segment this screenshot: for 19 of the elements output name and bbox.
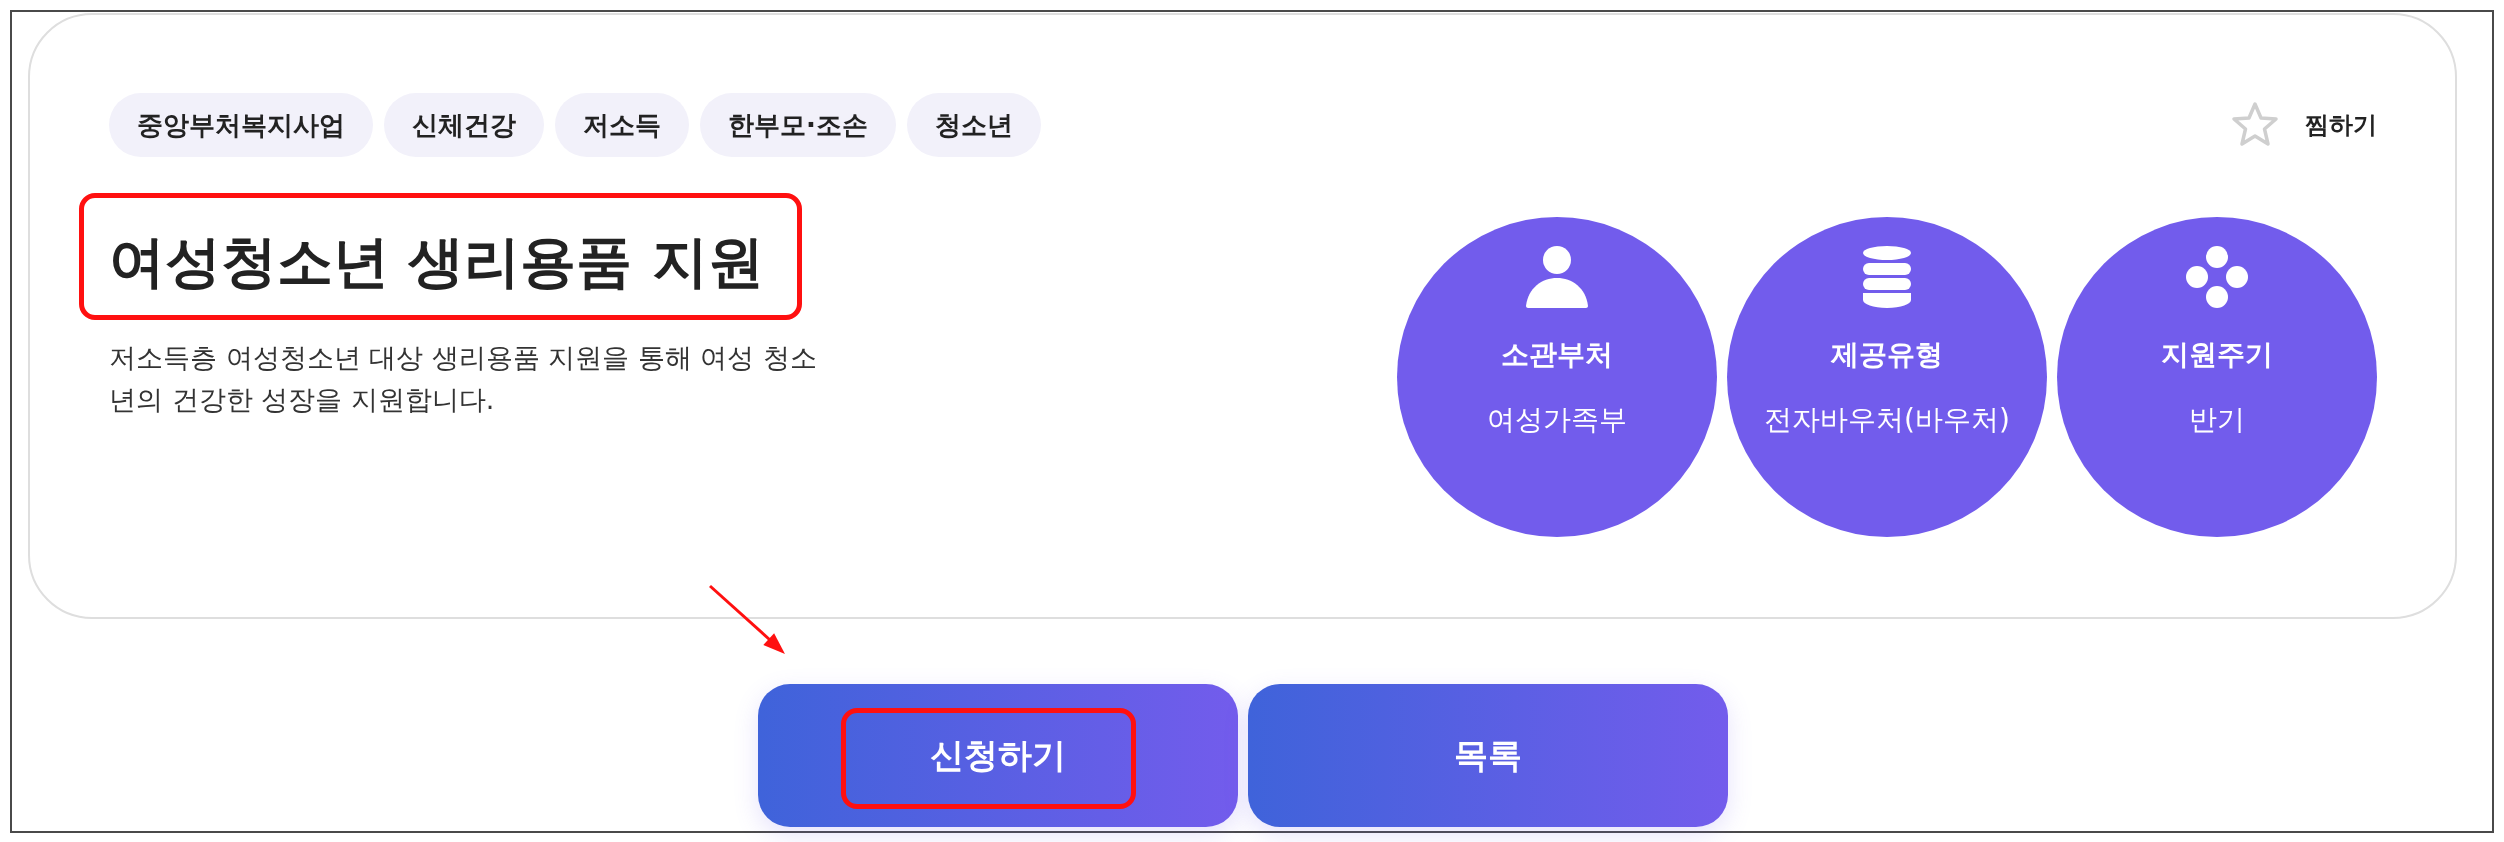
person-icon	[1524, 246, 1590, 308]
favorite-button[interactable]: 찜하기	[2231, 101, 2377, 149]
action-button[interactable]: 신청하기	[757, 684, 1238, 827]
info-value: 전자바우처(바우처)	[1764, 402, 2010, 438]
info-value: 반기	[2189, 402, 2245, 438]
info-value: 여성가족부	[1487, 402, 1627, 438]
info-heading: 제공유형	[1831, 337, 1943, 373]
action-button[interactable]: 목록	[1247, 684, 1728, 827]
four-dots-icon	[2186, 246, 2248, 308]
category-tag: 청소년	[906, 93, 1041, 157]
category-tag: 한부모·조손	[700, 93, 896, 157]
description-text: 저소득층 여성청소년 대상 생리용품 지원을 통해 여성 청소년의 건강한 성장을 지원합니다.	[109, 341, 819, 418]
category-tag: 저소득	[555, 93, 689, 157]
info-heading: 소관부처	[1501, 337, 1613, 373]
category-tag: 신체건강	[384, 93, 544, 157]
database-icon	[1863, 246, 1911, 308]
page-title: 여성청소년 생리용품 지원	[109, 228, 764, 296]
info-heading: 지원주기	[2161, 337, 2273, 373]
category-tag: 중앙부처복지사업	[109, 93, 373, 157]
